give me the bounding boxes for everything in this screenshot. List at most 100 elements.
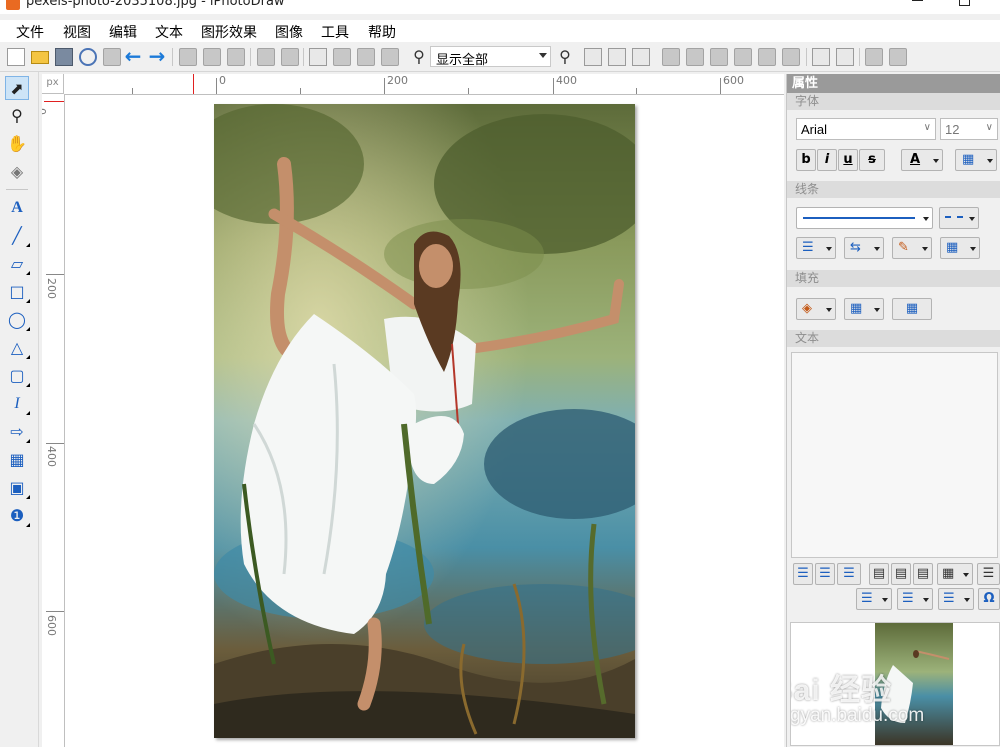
text-input-area[interactable] (791, 352, 998, 558)
bold-button[interactable]: b (796, 149, 816, 171)
polygon-tool-icon[interactable]: ▱ (5, 252, 30, 276)
image-tool-icon[interactable]: ▦ (5, 448, 29, 472)
align-left-icon[interactable] (662, 48, 680, 66)
minimize-button[interactable] (912, 0, 924, 6)
undo-icon[interactable]: ← (124, 46, 142, 66)
font-section-label: 字体 (787, 93, 1000, 110)
font-color-button[interactable]: A (901, 149, 943, 171)
italic-button[interactable]: i (817, 149, 837, 171)
bullet-list-dropdown[interactable]: ☰ (856, 588, 892, 610)
arrow-style-dropdown[interactable]: ⇆ (844, 237, 884, 259)
edit-icon[interactable] (309, 48, 327, 66)
same-size-icon[interactable] (782, 48, 800, 66)
align-top-icon[interactable] (584, 48, 602, 66)
line-color-dropdown[interactable]: ✎ (892, 237, 932, 259)
valign-middle-button[interactable]: ▤ (891, 563, 911, 585)
underline-button[interactable]: u (838, 149, 858, 171)
text-section-label: 文本 (787, 330, 1000, 347)
export-icon[interactable] (103, 48, 121, 66)
number-marker-icon[interactable]: ❶ (5, 504, 30, 528)
dash-style-dropdown[interactable] (939, 207, 979, 229)
font-family-dropdown[interactable]: Arial ∨ (796, 118, 936, 140)
indent-dropdown[interactable]: ☰ (938, 588, 974, 610)
distribute-h-icon[interactable] (734, 48, 752, 66)
align-center-text-button[interactable]: ☰ (815, 563, 835, 585)
distribute-v-icon[interactable] (758, 48, 776, 66)
menu-image[interactable]: 图像 (273, 22, 305, 42)
box-icon: ▦ (942, 566, 955, 581)
vertical-text-tool-icon[interactable]: I (5, 392, 30, 416)
navigator-thumbnail[interactable]: Bai 经验 jingyan.baidu.com (790, 622, 1000, 746)
fill-color-dropdown[interactable]: ◈ (796, 298, 836, 320)
line-tool-icon[interactable]: ╱ (5, 224, 30, 248)
align-right-text-button[interactable]: ☰ (837, 563, 861, 585)
flip-icon[interactable] (357, 48, 375, 66)
line-grid-dropdown[interactable]: ▦ (940, 237, 980, 259)
send-back-icon[interactable] (889, 48, 907, 66)
list-button[interactable]: ☰ (977, 563, 1000, 585)
paste-icon[interactable] (227, 48, 245, 66)
menu-graphic-effects[interactable]: 图形效果 (199, 22, 259, 42)
align-left-text-button[interactable]: ☰ (793, 563, 813, 585)
line-weight-dropdown[interactable]: ☰ (796, 237, 836, 259)
rotate-left-icon[interactable] (257, 48, 275, 66)
menu-help[interactable]: 帮助 (366, 22, 398, 42)
frame-tool-icon[interactable]: ▣ (5, 476, 30, 500)
yoga-photo[interactable] (214, 104, 635, 738)
symbol-button[interactable]: Ω (978, 588, 1000, 610)
strikethrough-button[interactable]: s (859, 149, 885, 171)
line-style-dropdown[interactable] (796, 207, 933, 229)
align-bottom-icon[interactable] (632, 48, 650, 66)
fill-image-button[interactable]: ▦ (892, 298, 932, 320)
new-icon[interactable] (7, 48, 25, 66)
bring-front-icon[interactable] (865, 48, 883, 66)
toolbar-divider (806, 48, 807, 66)
rectangle-tool-icon[interactable]: □ (5, 280, 30, 304)
fill-pattern-dropdown[interactable]: ▦ (844, 298, 884, 320)
numbered-list-dropdown[interactable]: ☰ (897, 588, 933, 610)
group-icon[interactable] (812, 48, 830, 66)
save-icon[interactable] (55, 48, 73, 66)
ruler-label: 200 (45, 278, 58, 299)
line-sample-icon (803, 217, 915, 219)
zoom-in-icon[interactable]: ⚲ (556, 48, 574, 66)
valign-bottom-button[interactable]: ▤ (913, 563, 933, 585)
zoom-dropdown[interactable]: 显示全部 (430, 46, 551, 68)
ellipse-tool-icon[interactable]: ◯ (5, 308, 30, 332)
menu-edit[interactable]: 编辑 (107, 22, 139, 42)
text-tool-icon[interactable]: A (5, 196, 29, 220)
menu-file[interactable]: 文件 (14, 22, 46, 42)
align-right-icon[interactable] (710, 48, 728, 66)
fill-tool-icon[interactable]: ◈ (5, 160, 29, 184)
text-border-button[interactable]: ▦ (955, 149, 997, 171)
zoom-out-icon[interactable]: ⚲ (410, 48, 428, 66)
grid-icon: ▦ (850, 301, 863, 316)
arrow-tool-icon[interactable]: ⇨ (5, 420, 30, 444)
align-center-icon[interactable] (686, 48, 704, 66)
menu-view[interactable]: 视图 (61, 22, 93, 42)
select-tool-icon[interactable]: ⬈ (5, 76, 29, 100)
copy-icon[interactable] (203, 48, 221, 66)
ungroup-icon[interactable] (836, 48, 854, 66)
font-size-dropdown[interactable]: 12 ∨ (940, 118, 998, 140)
callout-tool-icon[interactable]: ▢ (5, 364, 30, 388)
brush-icon[interactable] (333, 48, 351, 66)
web-icon[interactable] (79, 48, 97, 66)
menu-tools[interactable]: 工具 (319, 22, 351, 42)
text-box-dropdown[interactable]: ▦ (937, 563, 973, 585)
hand-tool-icon[interactable]: ✋ (5, 132, 29, 156)
zoom-tool-icon[interactable]: ⚲ (5, 104, 29, 128)
rotate-right-icon[interactable] (281, 48, 299, 66)
list-icon: ☰ (982, 566, 995, 581)
triangle-tool-icon[interactable]: △ (5, 336, 30, 360)
skew-icon[interactable] (381, 48, 399, 66)
valign-top-button[interactable]: ▤ (869, 563, 889, 585)
maximize-button[interactable] (959, 0, 970, 6)
menu-text[interactable]: 文本 (153, 22, 185, 42)
cut-icon[interactable] (179, 48, 197, 66)
align-center-icon: ☰ (819, 566, 831, 581)
align-middle-icon[interactable] (608, 48, 626, 66)
indent-icon: ☰ (943, 591, 955, 606)
open-icon[interactable] (31, 51, 49, 64)
redo-icon[interactable]: → (148, 46, 166, 66)
